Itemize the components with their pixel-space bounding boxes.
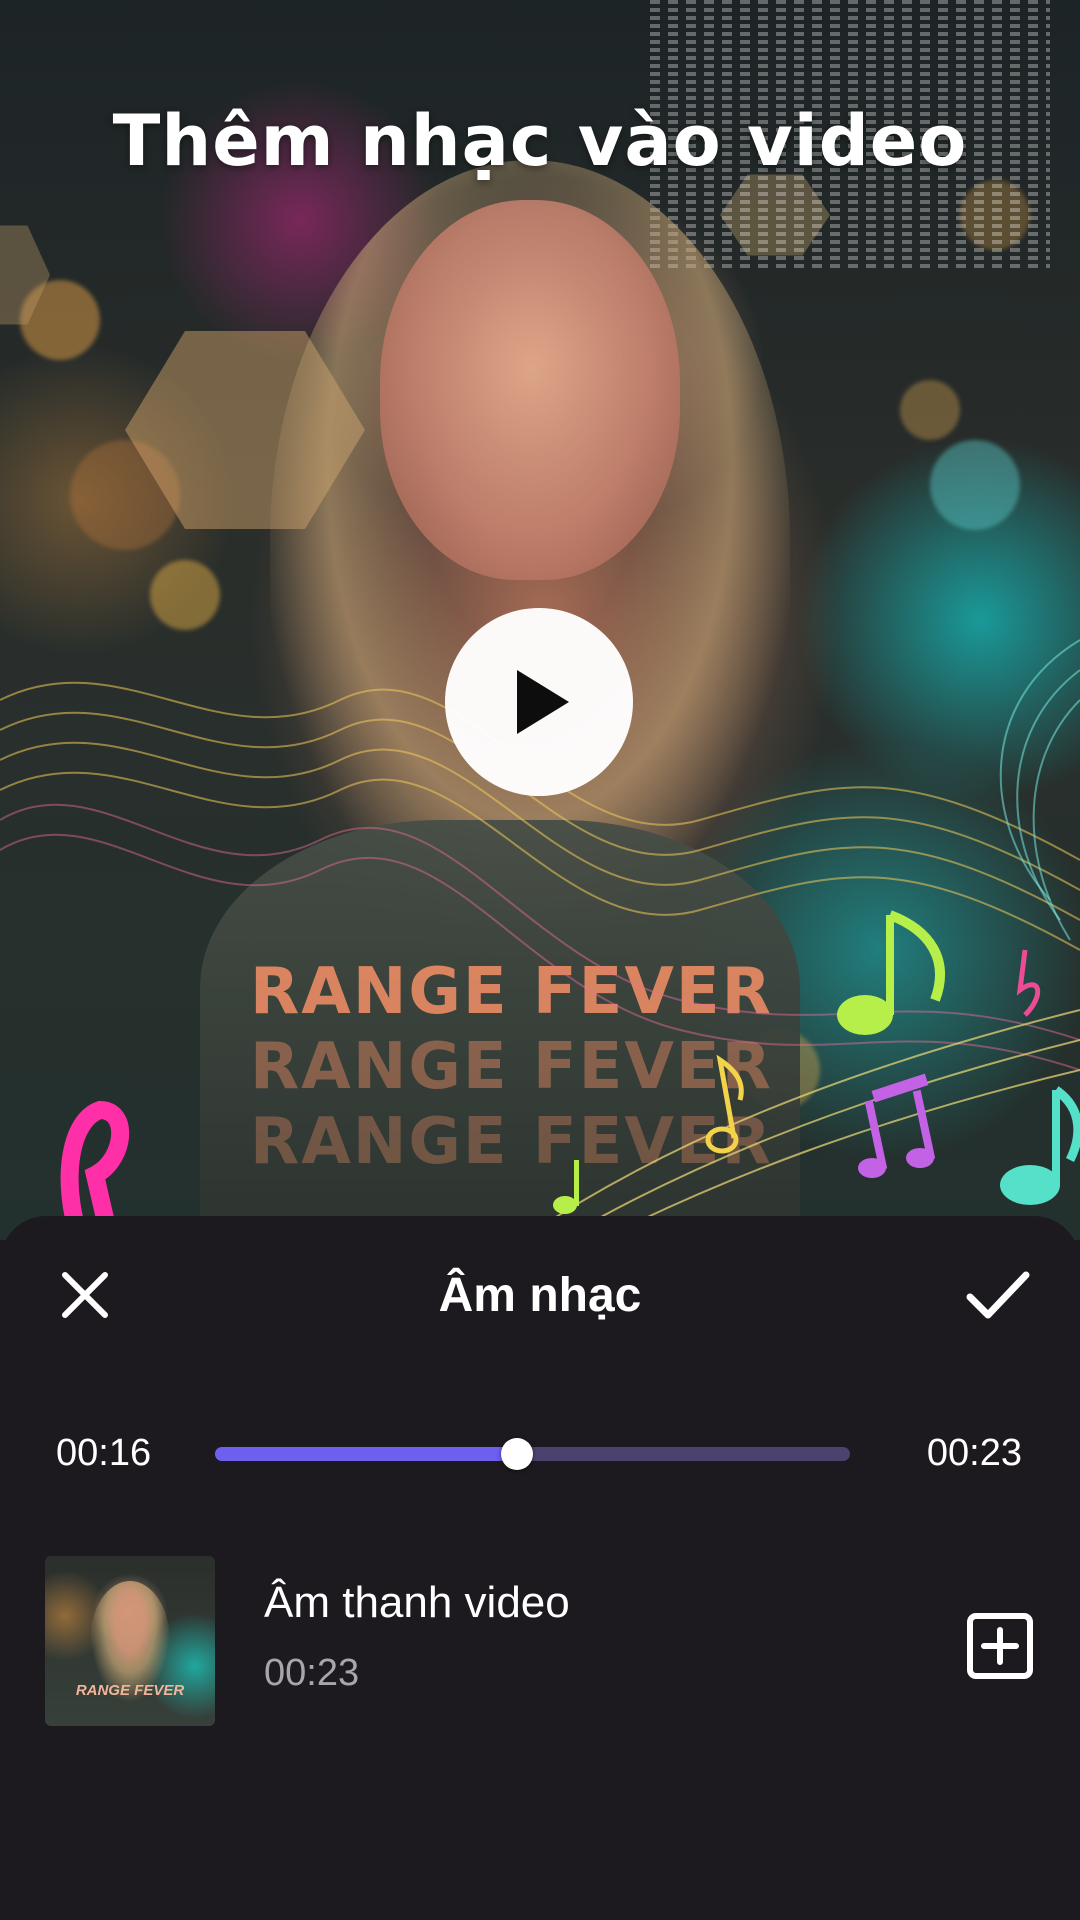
list-item-video-audio[interactable]: RANGE FEVER Âm thanh video 00:23 (0, 1556, 1080, 1736)
add-box-icon (967, 1613, 1033, 1679)
sheet-header: Âm nhạc (0, 1216, 1080, 1376)
seekbar-progress (215, 1447, 517, 1461)
total-time: 00:23 (926, 1432, 1022, 1474)
music-note-icon (553, 1160, 579, 1214)
audio-duration: 00:23 (264, 1652, 360, 1694)
play-button[interactable] (445, 608, 633, 796)
promo-headline: Thêm nhạc vào video (112, 100, 968, 182)
video-preview[interactable]: RANGE FEVER RANGE FEVER RANGE FEVER Thêm… (0, 0, 1080, 1240)
current-time: 00:16 (56, 1432, 152, 1474)
close-icon (62, 1272, 108, 1318)
play-icon (517, 670, 569, 734)
add-audio-button[interactable] (955, 1601, 1045, 1691)
audio-name: Âm thanh video (264, 1578, 570, 1627)
music-editor-screen: RANGE FEVER RANGE FEVER RANGE FEVER Thêm… (0, 0, 1080, 1920)
music-note-icon (858, 1073, 936, 1178)
sheet-title: Âm nhạc (438, 1269, 642, 1322)
thumbnail-shirt-text: RANGE FEVER (75, 1682, 185, 1699)
playback-seekbar[interactable] (215, 1438, 850, 1470)
music-note-icon (1016, 949, 1041, 1017)
music-bottom-sheet: Âm nhạc 00:16 00:23 RANGE FEVER Âm thanh… (0, 1216, 1080, 1920)
close-button[interactable] (40, 1250, 130, 1340)
music-note-icon (1000, 1086, 1080, 1205)
music-note-icon (837, 910, 945, 1035)
seekbar-thumb[interactable] (500, 1438, 533, 1470)
music-note-icon (705, 1054, 744, 1154)
audio-thumbnail: RANGE FEVER (45, 1556, 215, 1726)
checkmark-icon (966, 1271, 1030, 1319)
confirm-button[interactable] (953, 1250, 1043, 1340)
